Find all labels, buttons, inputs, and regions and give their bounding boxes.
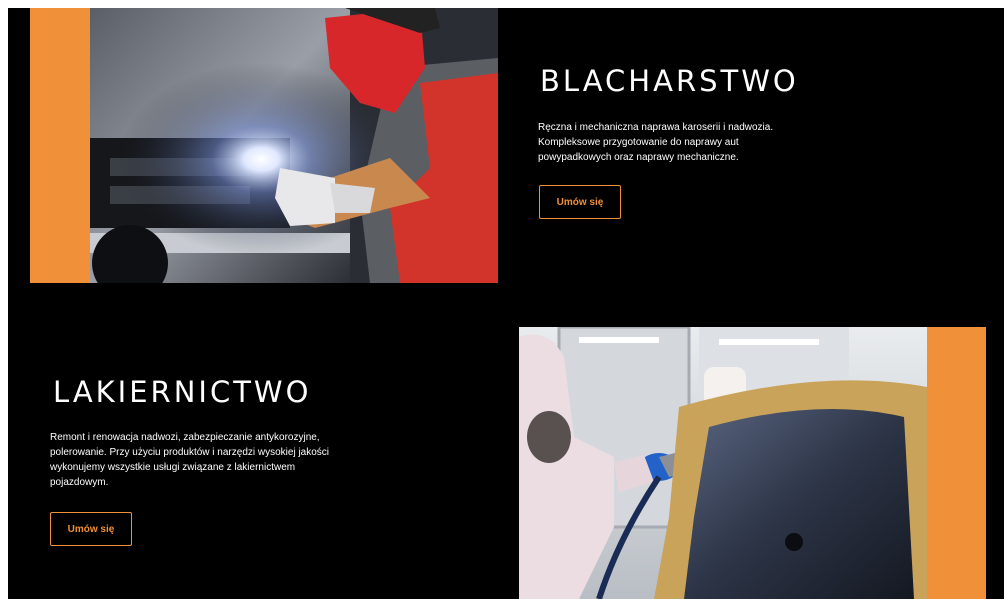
page: BLACHARSTWO Ręczna i mechaniczna naprawa…	[8, 8, 1004, 599]
spray-painting-photo	[519, 327, 927, 599]
book-appointment-button-lakiernictwo[interactable]: Umów się	[50, 512, 132, 546]
section-description-lakiernictwo: Remont i renowacja nadwozi, zabezpieczan…	[50, 432, 330, 488]
section-title-lakiernictwo: LAKIERNICTWO	[53, 375, 312, 409]
section-description-blacharstwo: Ręczna i mechaniczna naprawa karoserii i…	[538, 122, 774, 163]
welding-photo	[90, 8, 498, 283]
orange-accent-block	[927, 327, 986, 599]
book-appointment-button-blacharstwo[interactable]: Umów się	[539, 185, 621, 219]
orange-accent-block	[30, 8, 90, 283]
section-title-blacharstwo: BLACHARSTWO	[540, 64, 799, 98]
